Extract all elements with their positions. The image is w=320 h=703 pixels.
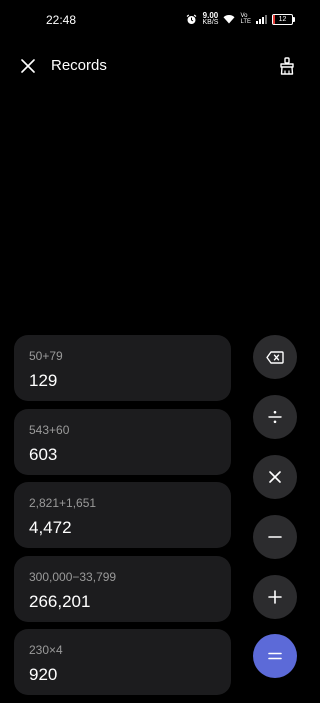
wifi-icon — [223, 15, 235, 24]
record-item[interactable]: 230×4 920 — [14, 629, 231, 695]
record-item[interactable]: 50+79 129 — [14, 335, 231, 401]
record-result: 920 — [29, 665, 58, 684]
status-bar: 22:48 9.00 KB/S Vo LTE 12 — [0, 0, 315, 40]
page-title: Records — [51, 57, 107, 74]
records-list: 50+79 129 543+60 603 2,821+1,651 4,472 3… — [14, 335, 231, 703]
record-item[interactable]: 2,821+1,651 4,472 — [14, 482, 231, 548]
equals-button[interactable] — [253, 634, 297, 678]
battery-indicator: 12 — [272, 13, 295, 25]
alarm-icon — [187, 14, 197, 24]
header: Records — [0, 48, 315, 82]
volte-indicator: Vo LTE — [240, 13, 251, 25]
divide-button[interactable] — [253, 395, 297, 439]
network-speed: 9.00 KB/S — [202, 11, 219, 27]
minus-button[interactable] — [253, 515, 297, 559]
multiply-icon — [269, 471, 281, 483]
record-result: 603 — [29, 444, 58, 464]
record-expression: 2,821+1,651 — [29, 496, 97, 510]
network-speed-value: 9.00 — [202, 11, 219, 20]
status-time: 22:48 — [46, 13, 77, 27]
battery-level — [273, 14, 276, 24]
network-speed-unit: KB/S — [202, 19, 219, 26]
broom-icon — [280, 57, 294, 75]
multiply-button[interactable] — [253, 455, 297, 499]
minus-icon — [268, 536, 282, 538]
plus-button[interactable] — [253, 575, 297, 619]
record-item[interactable]: 543+60 603 — [14, 408, 231, 475]
record-result: 4,472 — [29, 518, 72, 537]
backspace-button[interactable] — [253, 335, 297, 379]
signal-icon — [256, 14, 267, 24]
record-expression: 230×4 — [29, 643, 63, 657]
plus-icon — [268, 590, 282, 604]
record-result: 266,201 — [29, 591, 91, 611]
record-result: 129 — [29, 371, 58, 390]
divide-icon — [268, 410, 282, 424]
record-expression: 300,000−33,799 — [29, 569, 117, 584]
record-expression: 543+60 — [29, 422, 70, 437]
volte-bottom: LTE — [240, 19, 251, 25]
backspace-icon — [266, 350, 284, 364]
record-expression: 50+79 — [29, 349, 63, 363]
battery-percent: 12 — [278, 15, 287, 23]
status-icons: 9.00 KB/S Vo LTE 12 — [186, 11, 295, 27]
record-item[interactable]: 300,000−33,799 266,201 — [14, 555, 231, 622]
equals-icon — [268, 652, 282, 660]
close-button[interactable] — [15, 53, 41, 79]
close-icon — [21, 59, 35, 73]
clear-records-button[interactable] — [273, 52, 301, 80]
